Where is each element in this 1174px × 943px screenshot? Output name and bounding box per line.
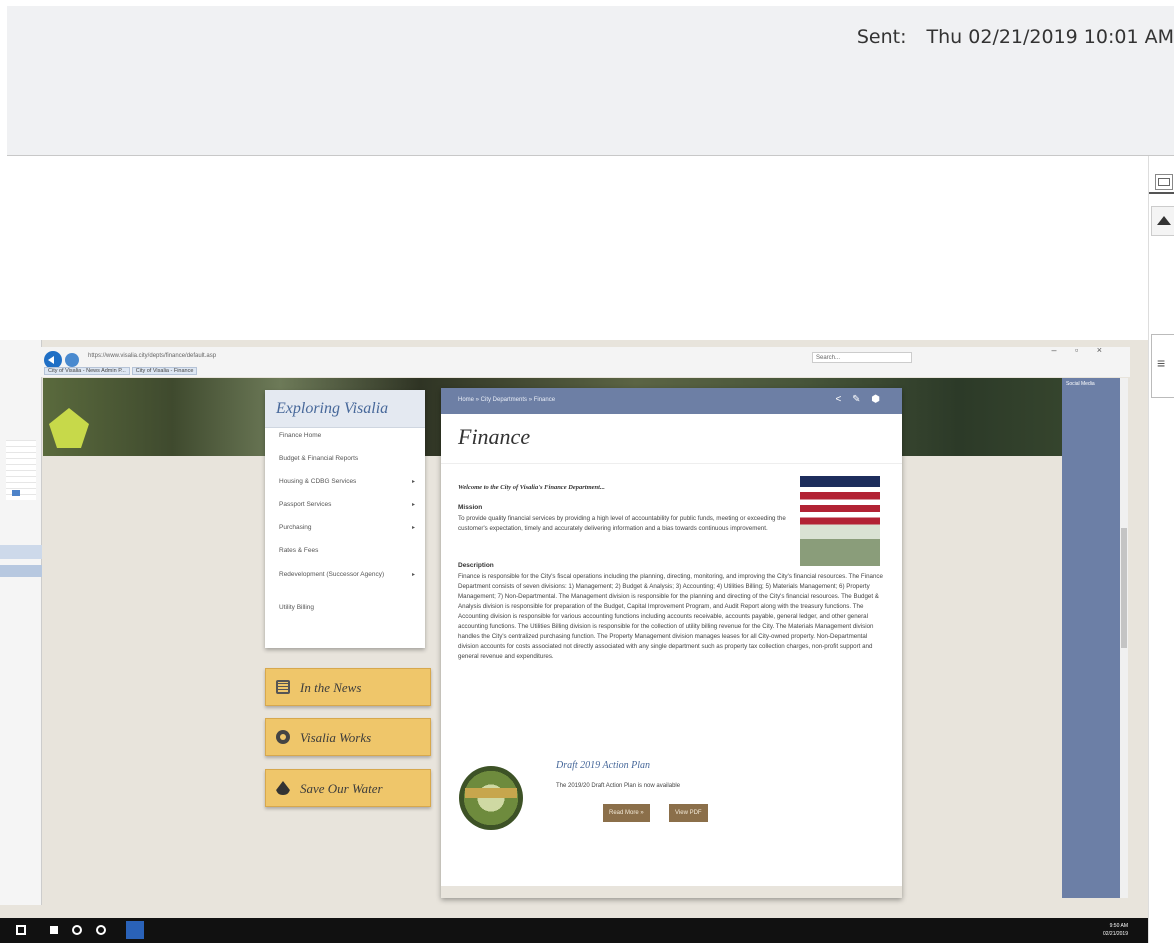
submenu-arrow-icon: ▸ xyxy=(411,479,415,485)
window-controls[interactable]: – ▫ × xyxy=(1052,345,1110,355)
browser-tab[interactable]: City of Visalia - Finance xyxy=(131,367,198,375)
save-our-water-button[interactable]: Save Our Water xyxy=(265,769,431,807)
leaf-graphic xyxy=(49,408,89,448)
in-the-news-button[interactable]: In the News xyxy=(265,668,431,706)
clock-time: 9:50 AM xyxy=(1109,923,1128,929)
menu-item-label: Budget & Financial Reports xyxy=(279,455,359,462)
embedded-screenshot: https://www.visalia.city/depts/finance/d… xyxy=(0,340,1148,943)
menu-item-label: Redevelopment (Successor Agency) xyxy=(279,571,385,578)
sent-label: Sent: xyxy=(856,26,907,48)
mini-calendar xyxy=(6,440,36,500)
read-more-button[interactable]: Read More » xyxy=(603,804,650,822)
welcome-text: Welcome to the City of Visalia's Finance… xyxy=(458,484,605,491)
browser-search-input[interactable]: Search... xyxy=(812,352,912,363)
attachment-icon[interactable] xyxy=(1155,174,1173,190)
water-drop-icon xyxy=(276,781,290,795)
email-reading-pane: Sent: Thu 02/21/2019 10:01 AM https://www… xyxy=(0,0,1174,943)
browser-tab-strip: City of Visalia - News Admin P... City of… xyxy=(44,367,199,375)
promo-label: Visalia Works xyxy=(300,730,372,745)
share-tools[interactable]: < ✎ ⬢ xyxy=(835,394,884,405)
menu-item[interactable]: Purchasing ▸ xyxy=(279,524,425,547)
clock-date: 02/21/2019 xyxy=(1102,931,1128,937)
flag-money-image xyxy=(800,476,880,566)
windows-icon[interactable] xyxy=(50,926,58,934)
action-plan-subtitle: The 2019/20 Draft Action Plan is now ava… xyxy=(556,783,681,789)
menu-item[interactable]: Budget & Financial Reports xyxy=(279,455,425,478)
page-title: Finance xyxy=(441,414,902,464)
start-windows-icon[interactable] xyxy=(16,925,26,935)
menu-item-label: Finance Home xyxy=(279,432,322,439)
menu-item[interactable]: Passport Services ▸ xyxy=(279,501,425,524)
menu-item-label: Utility Billing xyxy=(279,604,315,611)
browser-toolbar: https://www.visalia.city/depts/finance/d… xyxy=(40,345,1130,377)
menu-item-label: Purchasing xyxy=(279,524,312,531)
promo-label: In the News xyxy=(300,680,362,695)
menu-item[interactable]: Rates & Fees xyxy=(279,547,425,570)
scroll-divider xyxy=(1149,192,1174,194)
gear-icon xyxy=(276,730,290,744)
newspaper-icon xyxy=(276,680,290,694)
scroll-thumb[interactable] xyxy=(1151,334,1174,398)
internet-explorer-icon[interactable] xyxy=(126,921,144,939)
menu-item[interactable]: Finance Home xyxy=(279,432,425,455)
address-bar[interactable]: https://www.visalia.city/depts/finance/d… xyxy=(88,353,216,359)
reading-pane-scrollbar[interactable] xyxy=(1148,156,1174,943)
menu-item[interactable]: Housing & CDBG Services ▸ xyxy=(279,478,425,501)
menu-item-label: Passport Services xyxy=(279,501,332,508)
promo-label: Save Our Water xyxy=(300,781,383,796)
task-view-icon[interactable] xyxy=(96,925,106,935)
scroll-up-button[interactable] xyxy=(1151,206,1174,236)
action-plan-title[interactable]: Draft 2019 Action Plan xyxy=(556,760,650,771)
browser-scroll-thumb[interactable] xyxy=(1121,528,1127,648)
submenu-arrow-icon: ▸ xyxy=(411,525,415,531)
menu-item-label: Rates & Fees xyxy=(279,547,319,554)
menu-item[interactable]: Redevelopment (Successor Agency) ▸ xyxy=(279,570,425,604)
message-highlight xyxy=(0,565,42,577)
view-pdf-button[interactable]: View PDF xyxy=(669,804,708,822)
mission-text: To provide quality financial services by… xyxy=(458,515,786,532)
windows-taskbar: 9:50 AM 02/21/2019 xyxy=(0,918,1148,943)
browser-tab[interactable]: City of Visalia - News Admin P... xyxy=(44,367,130,375)
outlook-side-panel xyxy=(0,340,42,905)
search-icon[interactable] xyxy=(72,925,82,935)
description-text: Finance is responsible for the City's fi… xyxy=(458,573,883,660)
folder-highlight xyxy=(0,545,42,559)
exploring-visalia-menu: Exploring Visalia Finance Home Budget & F… xyxy=(265,390,425,648)
menu-list: Finance Home Budget & Financial Reports Ho… xyxy=(265,428,425,627)
breadcrumb-text[interactable]: Home » City Departments » Finance xyxy=(458,397,555,403)
finance-content-panel: Home » City Departments » Finance < ✎ ⬢ … xyxy=(441,388,902,898)
submenu-arrow-icon: ▸ xyxy=(411,502,415,508)
menu-item[interactable]: Utility Billing xyxy=(279,604,425,627)
mission-heading: Mission xyxy=(458,504,483,511)
breadcrumb: Home » City Departments » Finance < ✎ ⬢ xyxy=(441,388,902,414)
sent-timestamp: Thu 02/21/2019 10:01 AM xyxy=(926,26,1174,48)
forward-arrow-icon[interactable] xyxy=(65,353,79,367)
panel-footer-curve xyxy=(441,886,902,898)
menu-title: Exploring Visalia xyxy=(265,390,425,428)
city-seal-logo xyxy=(459,766,523,830)
menu-item-label: Housing & CDBG Services xyxy=(279,478,357,485)
submenu-arrow-icon: ▸ xyxy=(411,572,415,578)
calendar-selected-day xyxy=(12,490,20,496)
taskbar-clock[interactable]: 9:50 AM 02/21/2019 xyxy=(1103,922,1128,938)
browser-scrollbar[interactable] xyxy=(1120,378,1128,898)
sent-info: Sent: Thu 02/21/2019 10:01 AM xyxy=(857,26,1174,48)
description-heading: Description xyxy=(458,562,494,569)
social-media-strip[interactable]: Social Media xyxy=(1062,378,1120,898)
message-header: Sent: Thu 02/21/2019 10:01 AM xyxy=(7,6,1174,156)
social-media-label: Social Media xyxy=(1066,381,1095,387)
visalia-works-button[interactable]: Visalia Works xyxy=(265,718,431,756)
